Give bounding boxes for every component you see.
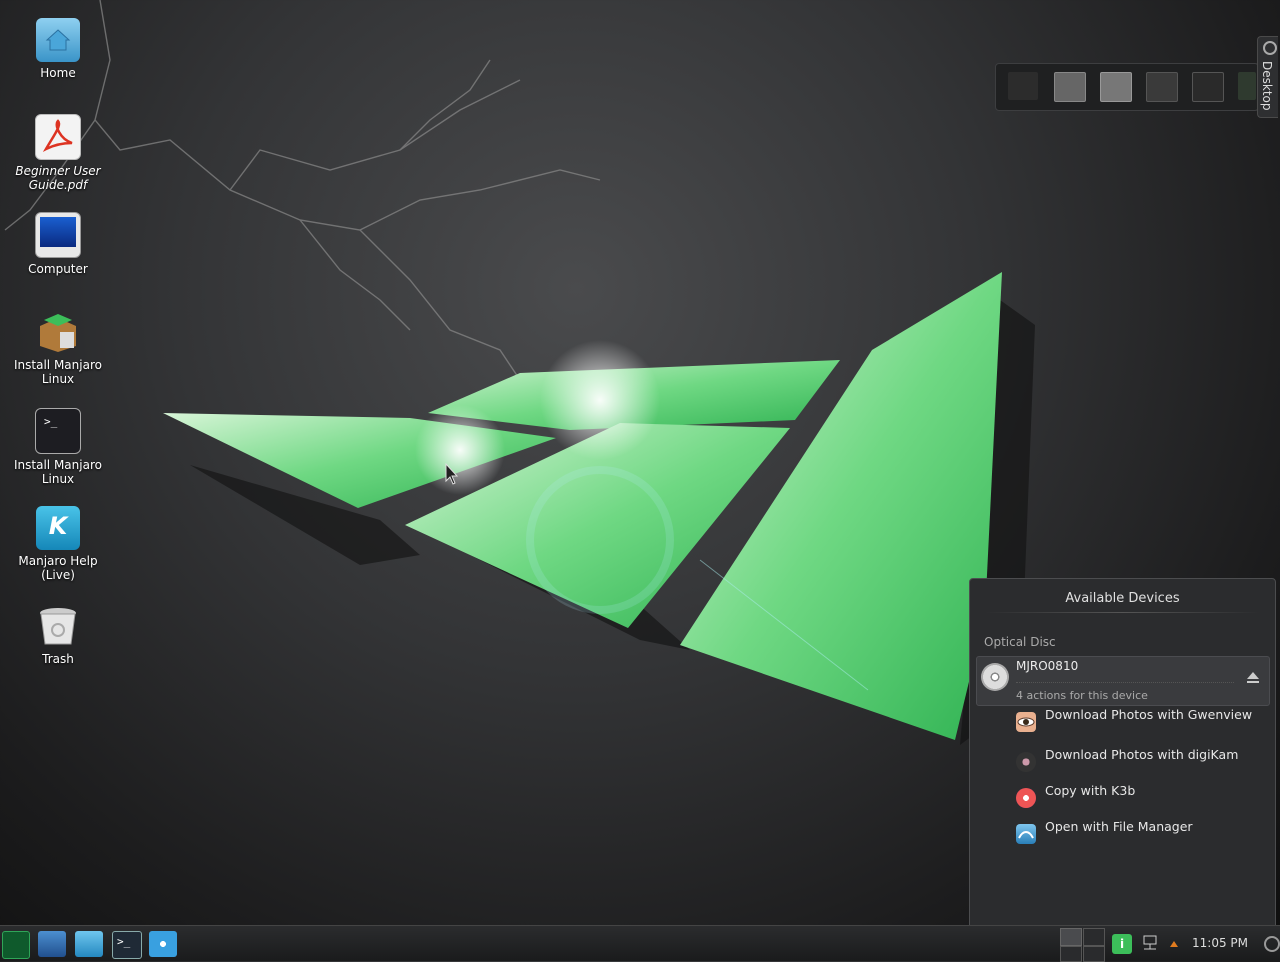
terminal-icon: >_ — [35, 408, 81, 454]
action-label: Download Photos with digiKam — [1045, 747, 1239, 762]
action-gwenview[interactable]: Download Photos with Gwenview — [1016, 708, 1256, 736]
pager-desktop-4[interactable] — [1146, 72, 1178, 102]
clock[interactable]: 11:05 PM — [1192, 936, 1248, 950]
title-divider — [985, 612, 1260, 613]
desktop-icon-install-manjaro[interactable]: Install Manjaro Linux — [8, 310, 108, 386]
expand-tray-arrow-icon[interactable] — [1169, 938, 1179, 948]
pager-desktop-1[interactable] — [1008, 72, 1038, 100]
digikam-icon — [1016, 752, 1036, 772]
device-notifier-popup: Available Devices Optical Disc MJRO0810 … — [969, 578, 1276, 927]
installer-package-icon — [36, 310, 80, 354]
device-name: MJRO0810 — [1016, 659, 1079, 673]
notifications-icon[interactable]: i — [1112, 934, 1132, 954]
device-category: Optical Disc — [984, 635, 1056, 649]
pager-desktop-2[interactable] — [1054, 72, 1086, 102]
action-file-manager[interactable]: Open with File Manager — [1016, 820, 1256, 848]
desktop-icon-label: Install Manjaro Linux — [14, 358, 102, 386]
action-digikam[interactable]: Download Photos with digiKam — [1016, 748, 1256, 776]
desktop-icon-label: Home — [40, 66, 76, 80]
device-subtitle: 4 actions for this device — [1016, 689, 1148, 702]
desktop-icon-label: Beginner User Guide.pdf — [15, 164, 101, 192]
plasma-icon — [1263, 41, 1277, 55]
desktop-icon-label: Install Manjaro Linux — [14, 458, 102, 486]
file-manager-icon — [1016, 824, 1036, 844]
pdf-icon — [35, 114, 81, 160]
optical-disc-icon — [981, 663, 1009, 691]
desktop-icon-computer[interactable]: Computer — [8, 212, 108, 276]
desktop-toolbox[interactable]: Desktop — [1257, 36, 1278, 118]
pager-desktop-6[interactable] — [1238, 72, 1256, 100]
computer-icon — [35, 212, 81, 258]
desktop-pager — [995, 63, 1259, 111]
mouse-cursor — [445, 463, 459, 485]
app-menu-icon[interactable] — [2, 931, 30, 959]
gwenview-icon — [1016, 712, 1036, 732]
action-label: Download Photos with Gwenview — [1045, 707, 1253, 722]
desktop-icon-label: Manjaro Help (Live) — [18, 554, 98, 582]
pager-desktop-3[interactable] — [1100, 72, 1132, 102]
desktop-icon-label: Trash — [42, 652, 74, 666]
desktop-icon-label: Computer — [28, 262, 88, 276]
device-item[interactable]: MJRO0810 4 actions for this device — [976, 656, 1270, 706]
desktop-icon-trash[interactable]: Trash — [8, 604, 108, 666]
panel-toolbox-icon[interactable] — [1264, 936, 1280, 952]
taskbar-panel: >_ i 11:05 PM — [0, 925, 1280, 962]
pager-mini-2[interactable] — [1083, 928, 1105, 946]
pager-desktop-5[interactable] — [1192, 72, 1224, 102]
desktop-icon-install-manjaro-terminal[interactable]: >_ Install Manjaro Linux — [8, 408, 108, 486]
help-icon: K — [36, 506, 80, 550]
pager-mini-1[interactable] — [1060, 928, 1082, 946]
device-capacity-bar — [1016, 682, 1234, 686]
konsole-icon[interactable]: >_ — [112, 931, 142, 959]
trash-icon — [36, 604, 80, 648]
home-folder-icon — [36, 18, 80, 62]
action-label: Open with File Manager — [1045, 819, 1193, 834]
k3b-icon — [1016, 788, 1036, 808]
desktop-icon-home[interactable]: Home — [8, 18, 108, 80]
network-icon[interactable] — [1141, 934, 1159, 952]
toolbox-label: Desktop — [1260, 61, 1274, 111]
system-settings-icon[interactable] — [38, 931, 66, 957]
popup-title: Available Devices — [1065, 591, 1180, 606]
desktop-icon-manjaro-help[interactable]: K Manjaro Help (Live) — [8, 506, 108, 582]
dolphin-icon[interactable] — [75, 931, 103, 957]
action-label: Copy with K3b — [1045, 783, 1136, 798]
browser-icon[interactable] — [149, 931, 177, 957]
eject-icon[interactable] — [1245, 669, 1261, 685]
action-k3b[interactable]: Copy with K3b — [1016, 784, 1256, 812]
desktop-icon-pdf[interactable]: Beginner User Guide.pdf — [8, 114, 108, 192]
